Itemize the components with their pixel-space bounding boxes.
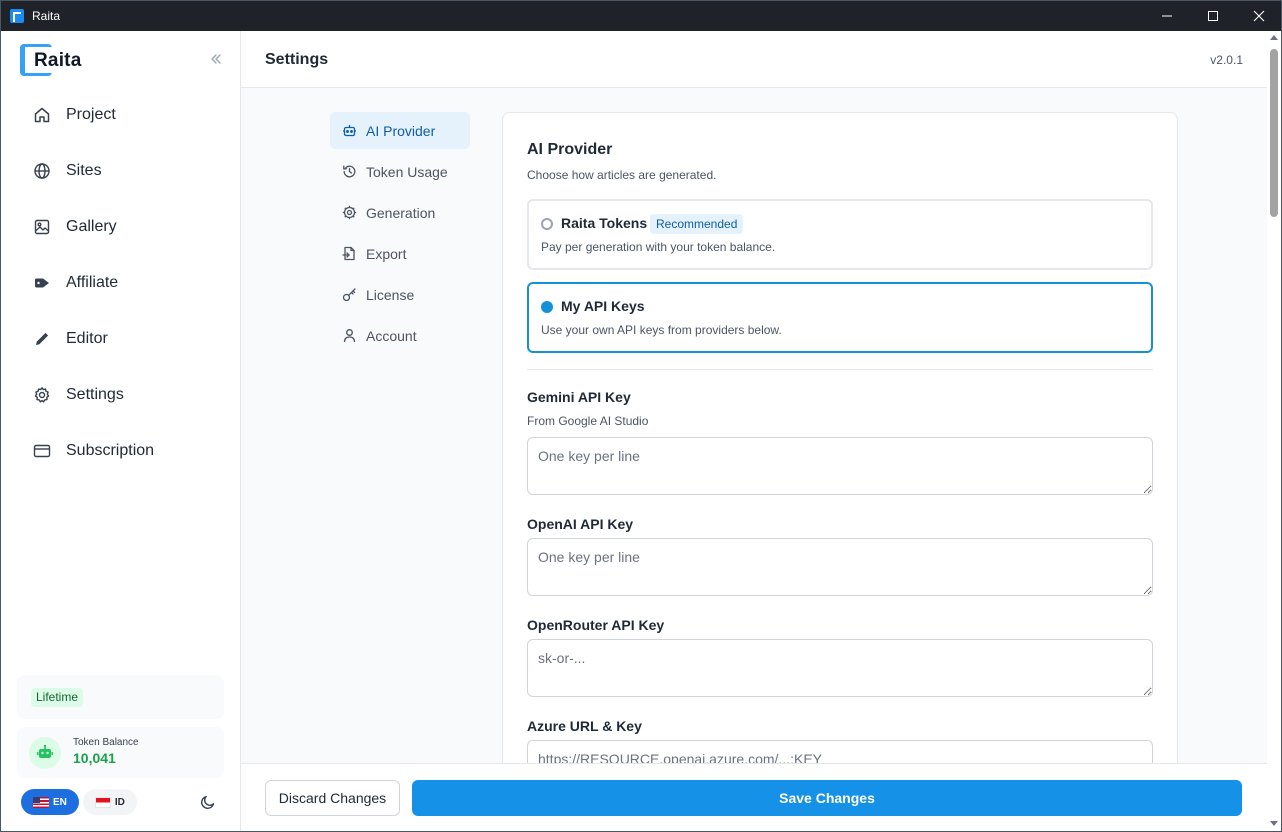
tag-icon bbox=[33, 274, 51, 292]
settings-tab-generation[interactable]: Generation bbox=[330, 194, 470, 231]
language-code: EN bbox=[53, 796, 67, 808]
token-balance-label: Token Balance bbox=[73, 737, 139, 748]
option-title: Raita Tokens bbox=[561, 215, 648, 231]
pencil-icon bbox=[33, 330, 51, 348]
save-changes-button[interactable]: Save Changes bbox=[412, 780, 1242, 816]
vertical-scrollbar[interactable] bbox=[1267, 31, 1281, 831]
provider-option-my-api-keys[interactable]: My API Keys Use your own API keys from p… bbox=[527, 282, 1153, 353]
settings-tab-label: License bbox=[366, 286, 415, 303]
robot-icon bbox=[342, 123, 357, 138]
sidebar-item-editor[interactable]: Editor bbox=[17, 311, 225, 367]
section-title: AI Provider bbox=[527, 141, 613, 158]
sidebar-nav: Project Sites Gallery Affiliate Editor S… bbox=[17, 87, 225, 479]
settings-tab-ai-provider[interactable]: AI Provider bbox=[330, 112, 470, 149]
sidebar-item-settings[interactable]: Settings bbox=[17, 367, 225, 423]
window-title: Raita bbox=[32, 8, 61, 23]
language-switcher: EN ID bbox=[21, 789, 137, 815]
us-flag-icon bbox=[33, 796, 49, 808]
sidebar-item-gallery[interactable]: Gallery bbox=[17, 199, 225, 255]
openai-key-label: OpenAI API Key bbox=[527, 516, 634, 532]
sidebar-item-affiliate[interactable]: Affiliate bbox=[17, 255, 225, 311]
gemini-api-key-field[interactable] bbox=[527, 437, 1153, 495]
settings-tab-token-usage[interactable]: Token Usage bbox=[330, 153, 470, 190]
history-icon bbox=[342, 164, 357, 179]
gemini-key-hint: From Google AI Studio bbox=[527, 414, 649, 428]
app-logo[interactable]: Raita bbox=[20, 44, 81, 76]
token-balance-value: 10,041 bbox=[73, 750, 116, 766]
azure-url-key-field[interactable] bbox=[527, 740, 1153, 763]
home-icon bbox=[33, 106, 51, 124]
settings-tab-account[interactable]: Account bbox=[330, 317, 470, 354]
logo-text: Raita bbox=[34, 50, 82, 71]
token-balance-card: Token Balance 10,041 bbox=[17, 727, 224, 778]
divider bbox=[527, 369, 1153, 370]
window-titlebar: Raita bbox=[0, 0, 1282, 31]
settings-footer: Discard Changes Save Changes bbox=[241, 763, 1267, 831]
gear-icon bbox=[33, 386, 51, 404]
language-en-button[interactable]: EN bbox=[21, 789, 79, 815]
settings-tab-label: Export bbox=[366, 245, 407, 262]
sidebar: Raita Project Sites Gallery Affiliate Ed… bbox=[1, 31, 241, 831]
discard-changes-button[interactable]: Discard Changes bbox=[265, 780, 400, 816]
app-icon bbox=[10, 8, 24, 23]
language-code: ID bbox=[114, 796, 125, 808]
language-id-button[interactable]: ID bbox=[82, 789, 137, 815]
key-icon bbox=[342, 287, 357, 302]
recommended-badge: Recommended bbox=[650, 214, 744, 234]
option-description: Pay per generation with your token balan… bbox=[541, 240, 776, 254]
scroll-thumb[interactable] bbox=[1270, 49, 1278, 217]
sidebar-item-sites[interactable]: Sites bbox=[17, 143, 225, 199]
gemini-key-label: Gemini API Key bbox=[527, 389, 631, 405]
page-title: Settings bbox=[265, 51, 329, 68]
sidebar-item-project[interactable]: Project bbox=[17, 87, 225, 143]
sidebar-item-label: Sites bbox=[66, 162, 102, 179]
settings-tab-label: AI Provider bbox=[366, 122, 436, 139]
page-header: Settings v2.0.1 bbox=[241, 31, 1267, 88]
plan-badge: Lifetime bbox=[31, 688, 84, 707]
scroll-down-arrow-icon[interactable] bbox=[1270, 821, 1278, 826]
sidebar-item-label: Affiliate bbox=[66, 274, 119, 291]
settings-nav: AI Provider Token Usage Generation Expor… bbox=[330, 112, 470, 358]
openrouter-api-key-field[interactable] bbox=[527, 639, 1153, 697]
settings-main: AI Provider Token Usage Generation Expor… bbox=[241, 88, 1267, 763]
user-icon bbox=[342, 328, 357, 343]
minimize-icon[interactable] bbox=[1144, 0, 1190, 31]
chevrons-left-icon[interactable] bbox=[207, 50, 225, 68]
cog-icon bbox=[342, 205, 357, 220]
image-icon bbox=[33, 218, 51, 236]
ai-provider-card: AI Provider Choose how articles are gene… bbox=[502, 112, 1178, 763]
settings-tab-label: Account bbox=[366, 327, 417, 344]
sidebar-item-subscription[interactable]: Subscription bbox=[17, 423, 225, 479]
option-description: Use your own API keys from providers bel… bbox=[541, 323, 782, 337]
version-label: v2.0.1 bbox=[1210, 53, 1243, 67]
export-icon bbox=[342, 246, 357, 261]
option-title: My API Keys bbox=[561, 298, 645, 314]
section-subtitle: Choose how articles are generated. bbox=[527, 168, 717, 182]
sidebar-item-label: Gallery bbox=[66, 218, 117, 235]
scroll-up-arrow-icon[interactable] bbox=[1270, 35, 1278, 40]
settings-tab-export[interactable]: Export bbox=[330, 235, 470, 272]
azure-key-label: Azure URL & Key bbox=[527, 718, 642, 734]
openai-api-key-field[interactable] bbox=[527, 538, 1153, 596]
settings-tab-label: Token Usage bbox=[366, 163, 448, 180]
credit-card-icon bbox=[33, 442, 51, 460]
provider-option-raita-tokens[interactable]: Raita Tokens Recommended Pay per generat… bbox=[527, 199, 1153, 270]
plan-card: Lifetime bbox=[17, 675, 224, 719]
maximize-icon[interactable] bbox=[1190, 0, 1236, 31]
settings-tab-license[interactable]: License bbox=[330, 276, 470, 313]
radio-button[interactable] bbox=[541, 301, 553, 313]
sidebar-item-label: Editor bbox=[66, 330, 108, 347]
settings-tab-label: Generation bbox=[366, 204, 436, 221]
radio-button[interactable] bbox=[541, 218, 553, 230]
id-flag-icon bbox=[94, 796, 111, 808]
sidebar-item-label: Settings bbox=[66, 386, 124, 403]
openrouter-key-label: OpenRouter API Key bbox=[527, 617, 665, 633]
globe-icon bbox=[33, 162, 51, 180]
sidebar-item-label: Subscription bbox=[66, 442, 155, 459]
robot-icon bbox=[29, 737, 61, 769]
close-icon[interactable] bbox=[1236, 0, 1282, 31]
sidebar-item-label: Project bbox=[66, 106, 116, 123]
moon-icon[interactable] bbox=[200, 794, 216, 810]
